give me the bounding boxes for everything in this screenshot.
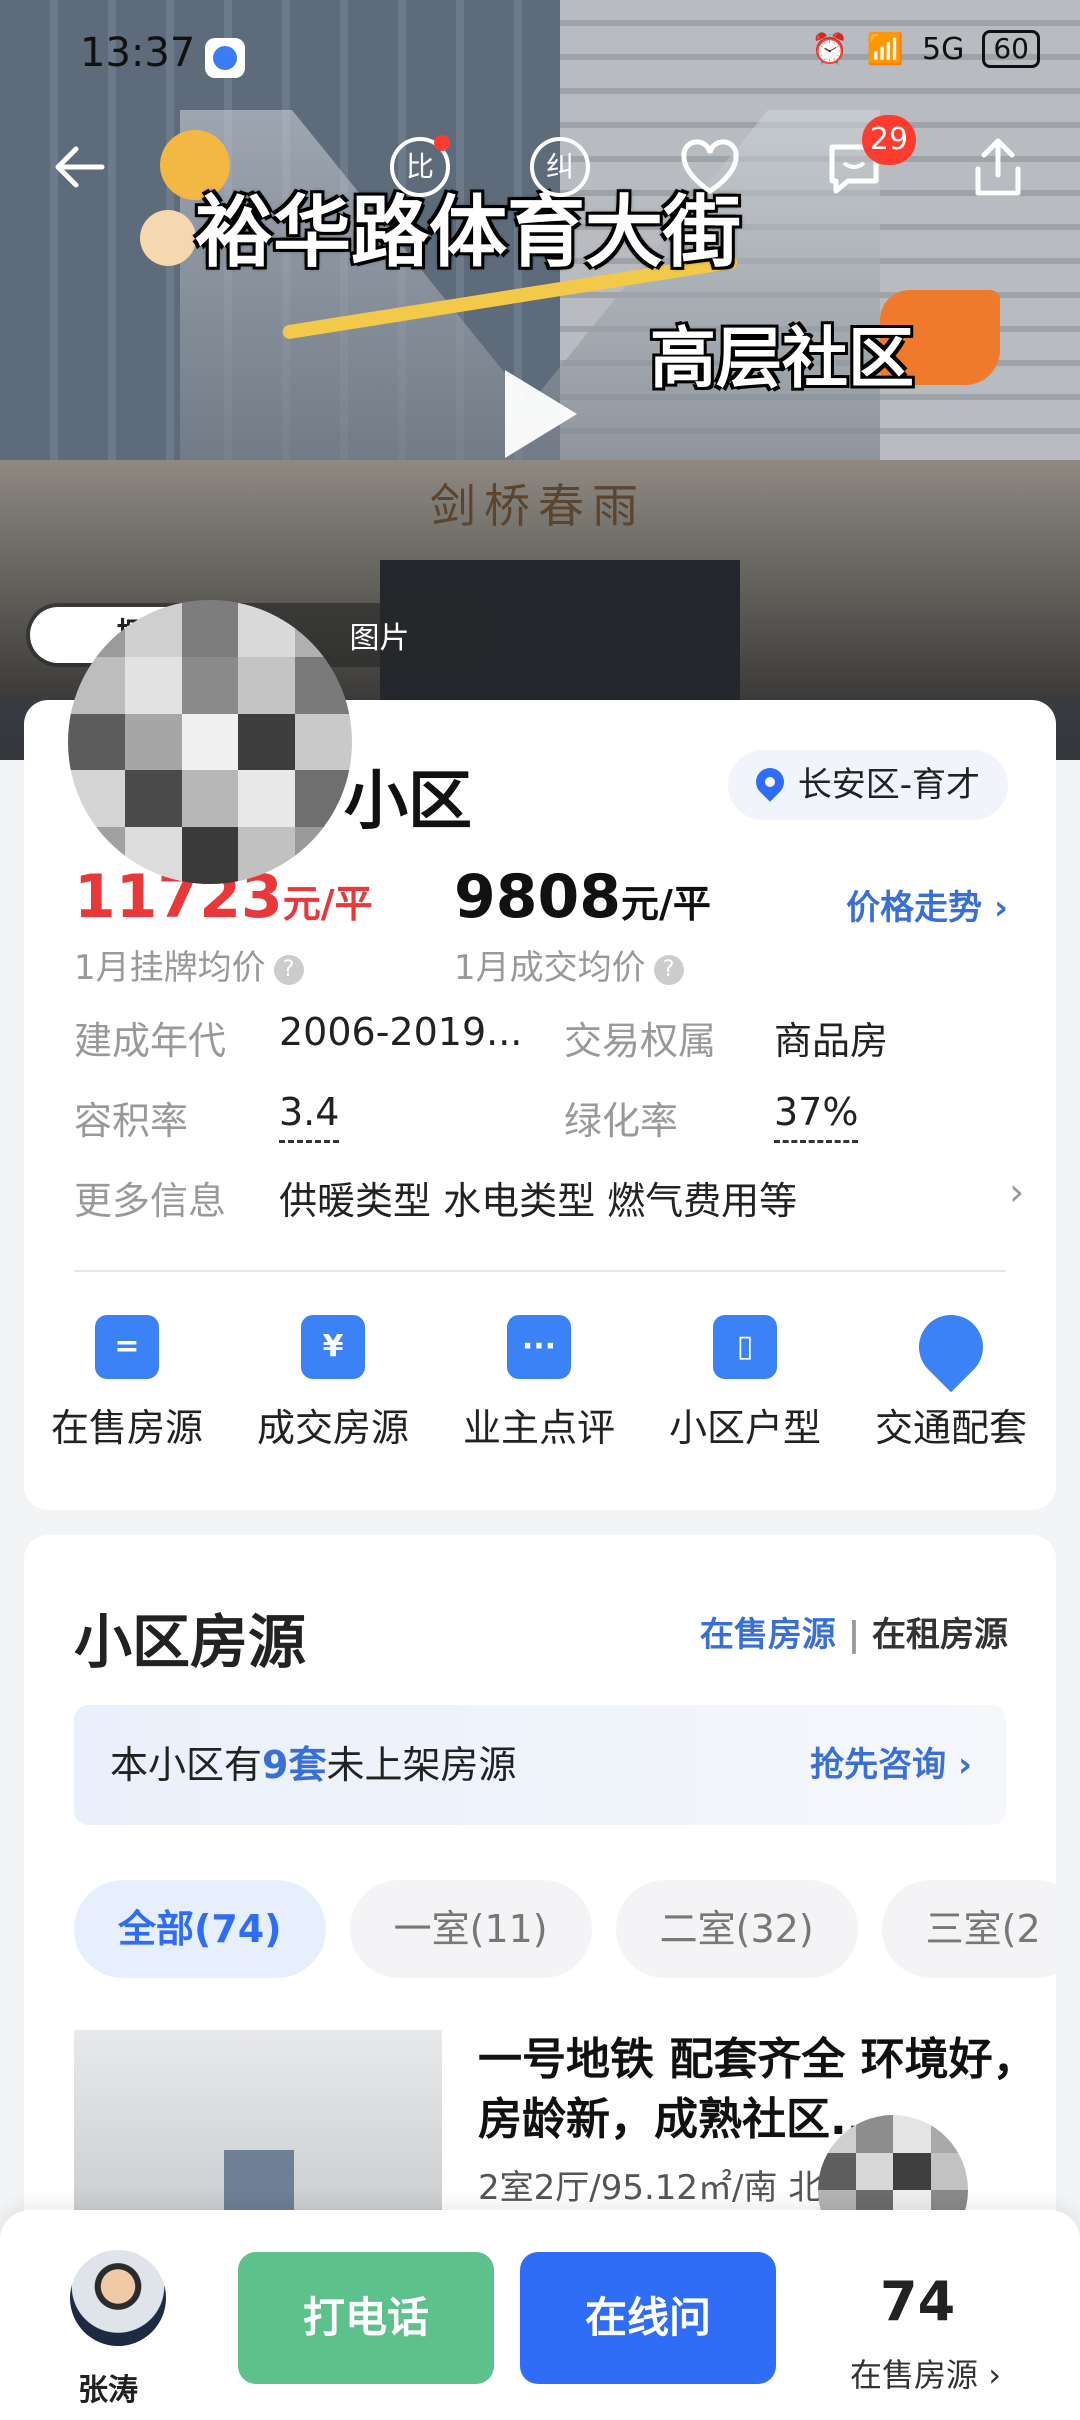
price-trend-link[interactable]: 价格走势 ›: [846, 880, 1008, 929]
clock: 13:37: [80, 30, 196, 76]
floorplan-icon: ▯: [713, 1315, 777, 1379]
chip-1room[interactable]: 一室(11): [349, 1880, 592, 1978]
bottom-action-bar: 张涛 打电话 在线问 74 在售房源 ›: [0, 2210, 1080, 2420]
back-button[interactable]: [48, 135, 112, 199]
nav-deals[interactable]: ¥ 成交房源: [230, 1315, 436, 1452]
correction-button[interactable]: 纠: [528, 135, 592, 199]
arrow-left-icon: [55, 146, 105, 188]
chip-all[interactable]: 全部(74): [74, 1880, 326, 1978]
listing-price-label: 1月挂牌均价?: [74, 940, 304, 989]
tab-for-rent[interactable]: 在租房源: [872, 1615, 1008, 1655]
favorite-button[interactable]: [678, 135, 742, 199]
listing-icon: =: [95, 1315, 159, 1379]
online-chat-button[interactable]: 在线问: [520, 2252, 776, 2384]
unread-dot: [434, 135, 450, 151]
location-pin-icon: [749, 762, 790, 802]
divider: [74, 1270, 1006, 1272]
agent-avatar[interactable]: [70, 2250, 166, 2346]
share-icon: [975, 138, 1021, 196]
listings-heading: 小区房源: [74, 1608, 307, 1676]
status-bar: 13:37 ⏰ 📶 5G 60: [0, 0, 1080, 110]
chevron-right-icon: ›: [1009, 1170, 1025, 1214]
listing-title[interactable]: 一号地铁 配套齐全 环境好，房龄新，成熟社区...: [478, 2030, 1038, 2150]
overlay-subtitle: 高层社区: [650, 320, 914, 397]
community-name: 小区: [344, 765, 472, 839]
call-button[interactable]: 打电话: [238, 2252, 494, 2384]
chat-icon: ···: [507, 1315, 571, 1379]
compare-button[interactable]: 比: [388, 135, 452, 199]
district-tag[interactable]: 长安区-育才: [727, 750, 1008, 820]
alarm-icon: ⏰: [811, 31, 849, 67]
unlisted-notice: 本小区有9套未上架房源 抢先咨询 ›: [74, 1705, 1006, 1825]
system-icons: ⏰ 📶 5G 60: [811, 30, 1040, 68]
chevron-right-icon: ›: [988, 2356, 1001, 2394]
privacy-mosaic: [68, 600, 352, 884]
listing-thumbnail[interactable]: [74, 2030, 442, 2230]
nav-floorplans[interactable]: ▯ 小区户型: [642, 1315, 848, 1452]
chip-3room[interactable]: 三室(2: [881, 1880, 1056, 1978]
greening-rate-value[interactable]: 37%: [774, 1090, 859, 1143]
messages-button[interactable]: 29: [822, 115, 916, 199]
heart-icon: [681, 139, 739, 194]
listing-count-label[interactable]: 在售房源 ›: [850, 2350, 1001, 2396]
help-icon[interactable]: ?: [653, 954, 684, 985]
network-label: 5G: [922, 31, 965, 67]
listing-count[interactable]: 74: [880, 2270, 955, 2333]
chevron-right-icon: ›: [957, 1745, 972, 1785]
community-nav: = 在售房源 ¥ 成交房源 ··· 业主点评 ▯ 小区户型 交通配套: [24, 1301, 1056, 1452]
consult-link[interactable]: 抢先咨询 ›: [810, 1705, 972, 1825]
play-icon[interactable]: [505, 370, 577, 458]
plot-ratio-value[interactable]: 3.4: [279, 1090, 340, 1143]
wifi-icon: 📶: [866, 31, 905, 67]
app-notification-icon: [205, 38, 245, 78]
battery-icon: 60: [982, 30, 1040, 68]
share-button[interactable]: [966, 135, 1030, 199]
agent-name: 张涛: [78, 2373, 138, 2408]
location-icon: [905, 1301, 997, 1393]
deal-price: 9808元/平: [454, 862, 711, 932]
nav-listing[interactable]: = 在售房源: [24, 1315, 230, 1452]
notification-badge: 29: [862, 115, 916, 165]
listing-type-tabs: 在售房源 | 在租房源: [699, 1615, 1008, 1655]
nav-transport[interactable]: 交通配套: [848, 1301, 1054, 1452]
nav-reviews[interactable]: ··· 业主点评: [436, 1315, 642, 1452]
listing-subtitle: 2室2厅/95.12㎡/南 北: [478, 2168, 823, 2208]
correction-icon: 纠: [530, 137, 590, 197]
deal-price-label: 1月成交均价?: [454, 940, 684, 989]
yuan-doc-icon: ¥: [301, 1315, 365, 1379]
tab-for-sale[interactable]: 在售房源: [700, 1615, 836, 1655]
building-sign: 剑桥春雨: [430, 479, 646, 533]
overlay-title: 裕华路体育大街: [195, 188, 742, 278]
flower-decoration: [140, 210, 196, 266]
chip-2room[interactable]: 二室(32): [615, 1880, 858, 1978]
chevron-right-icon: ›: [993, 888, 1008, 928]
room-filter-chips: 全部(74) 一室(11) 二室(32) 三室(2: [74, 1880, 1056, 1980]
district-label: 长安区-育才: [797, 765, 980, 805]
help-icon[interactable]: ?: [273, 954, 304, 985]
